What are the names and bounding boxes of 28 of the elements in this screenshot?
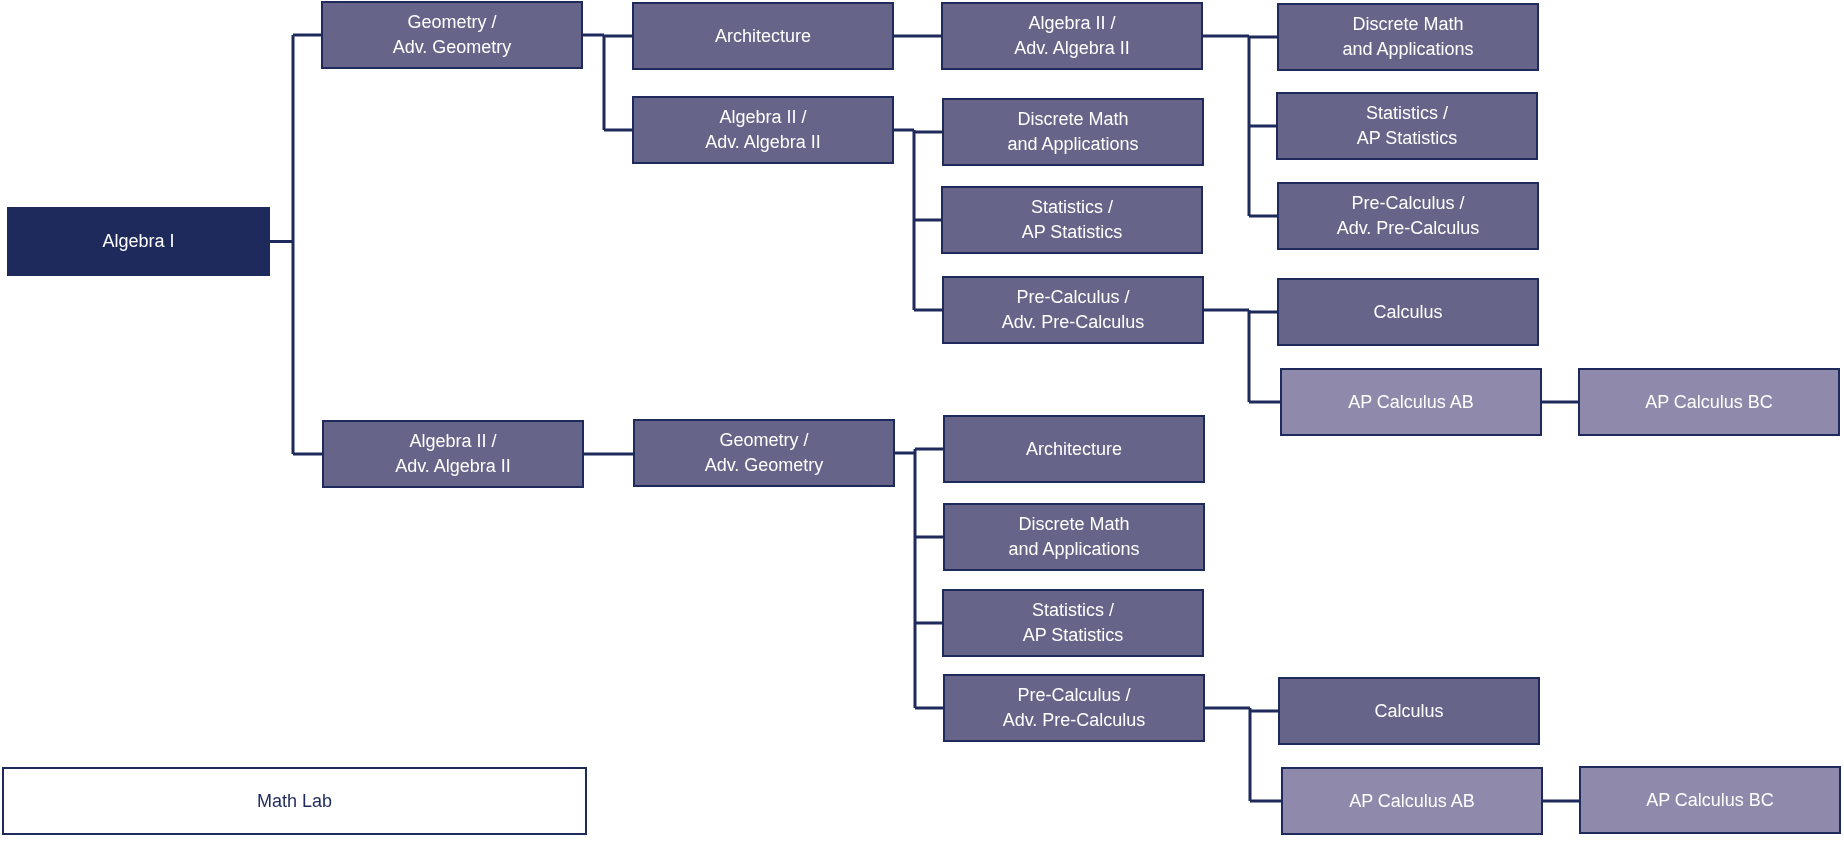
course-box: Statistics / AP Statistics xyxy=(941,186,1203,254)
course-box: AP Calculus AB xyxy=(1280,368,1542,436)
course-box: AP Calculus BC xyxy=(1579,766,1841,834)
course-box: AP Calculus AB xyxy=(1281,767,1543,835)
connector-line xyxy=(894,34,941,38)
course-box: Algebra II / Adv. Algebra II xyxy=(632,96,894,164)
connector-line xyxy=(1543,799,1579,803)
course-box: Architecture xyxy=(943,415,1205,483)
course-box: Architecture xyxy=(632,2,894,70)
course-box: Statistics / AP Statistics xyxy=(942,589,1204,657)
connector-line xyxy=(1542,400,1578,404)
course-box: Algebra I xyxy=(7,207,270,276)
course-box: AP Calculus BC xyxy=(1578,368,1840,436)
course-box: Discrete Math and Applications xyxy=(1277,3,1539,71)
course-box: Geometry / Adv. Geometry xyxy=(321,1,583,69)
course-box: Calculus xyxy=(1278,677,1540,745)
course-box: Geometry / Adv. Geometry xyxy=(633,419,895,487)
course-box: Calculus xyxy=(1277,278,1539,346)
course-box: Algebra II / Adv. Algebra II xyxy=(322,420,584,488)
course-box: Pre-Calculus / Adv. Pre-Calculus xyxy=(942,276,1204,344)
course-box: Discrete Math and Applications xyxy=(943,503,1205,571)
course-box: Pre-Calculus / Adv. Pre-Calculus xyxy=(943,674,1205,742)
course-box: Math Lab xyxy=(2,767,587,835)
course-box: Algebra II / Adv. Algebra II xyxy=(941,2,1203,70)
connector-line xyxy=(584,452,633,456)
course-box: Pre-Calculus / Adv. Pre-Calculus xyxy=(1277,182,1539,250)
course-box: Discrete Math and Applications xyxy=(942,98,1204,166)
course-box: Statistics / AP Statistics xyxy=(1276,92,1538,160)
